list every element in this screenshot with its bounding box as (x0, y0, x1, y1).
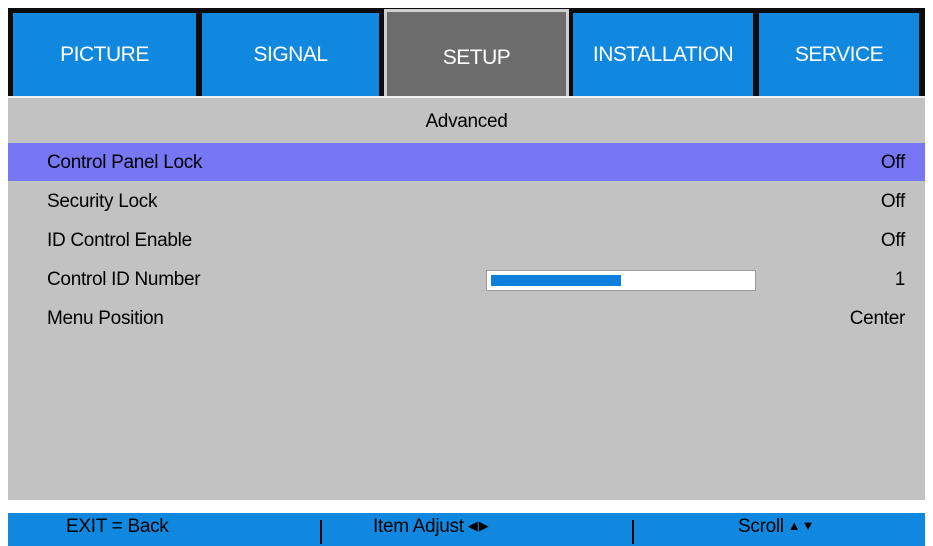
menu-item-label: Security Lock (47, 191, 158, 212)
menu-item-id-control-enable[interactable]: ID Control Enable Off (8, 221, 925, 259)
menu-item-label: Control Panel Lock (47, 152, 203, 173)
tab-installation[interactable]: INSTALLATION (573, 13, 753, 97)
tab-label: SETUP (442, 45, 511, 69)
up-down-arrows-icon: ▲▼ (787, 518, 816, 533)
menu-item-label: Menu Position (47, 308, 164, 329)
menu-item-control-id-number[interactable]: Control ID Number 1 (8, 260, 925, 298)
status-separator (632, 520, 634, 544)
status-bar: EXIT = Back Item Adjust ◀▶ Scroll ▲▼ (8, 513, 925, 546)
tab-service[interactable]: SERVICE (759, 13, 919, 97)
tab-label: PICTURE (60, 43, 149, 66)
status-separator (320, 520, 322, 544)
left-right-arrows-icon: ◀▶ (467, 518, 490, 533)
scroll-label: Scroll (738, 516, 784, 537)
item-adjust-label: Item Adjust (373, 516, 464, 537)
slider-fill (491, 275, 621, 286)
menu-item-value: 1 (894, 269, 906, 290)
menu-item-security-lock[interactable]: Security Lock Off (8, 182, 925, 220)
control-id-slider[interactable] (486, 270, 756, 291)
menu-panel: Advanced Control Panel Lock Off Security… (8, 96, 925, 500)
menu-item-value: Center (849, 308, 906, 329)
divider (8, 96, 925, 98)
menu-item-label: ID Control Enable (47, 230, 192, 251)
menu-item-control-panel-lock[interactable]: Control Panel Lock Off (8, 143, 925, 181)
menu-item-value: Off (880, 152, 905, 173)
tab-label: SIGNAL (253, 43, 328, 66)
tab-picture[interactable]: PICTURE (13, 13, 196, 97)
scroll-hint: Scroll ▲▼ (738, 516, 815, 538)
menu-item-label: Control ID Number (47, 269, 201, 290)
item-adjust-hint: Item Adjust ◀▶ (373, 516, 490, 538)
tab-label: SERVICE (794, 43, 884, 66)
menu-item-value: Off (880, 191, 905, 212)
menu-title: Advanced (425, 111, 508, 132)
menu-item-value: Off (880, 230, 905, 251)
exit-hint: EXIT = Back (66, 516, 169, 537)
tab-bar: PICTURE SIGNAL SETUP INSTALLATION SERVIC… (8, 8, 925, 101)
tab-signal[interactable]: SIGNAL (202, 13, 379, 97)
menu-item-menu-position[interactable]: Menu Position Center (8, 299, 925, 337)
tab-label: INSTALLATION (592, 43, 734, 66)
tab-setup[interactable]: SETUP (384, 9, 569, 101)
osd-menu: PICTURE SIGNAL SETUP INSTALLATION SERVIC… (0, 0, 933, 546)
